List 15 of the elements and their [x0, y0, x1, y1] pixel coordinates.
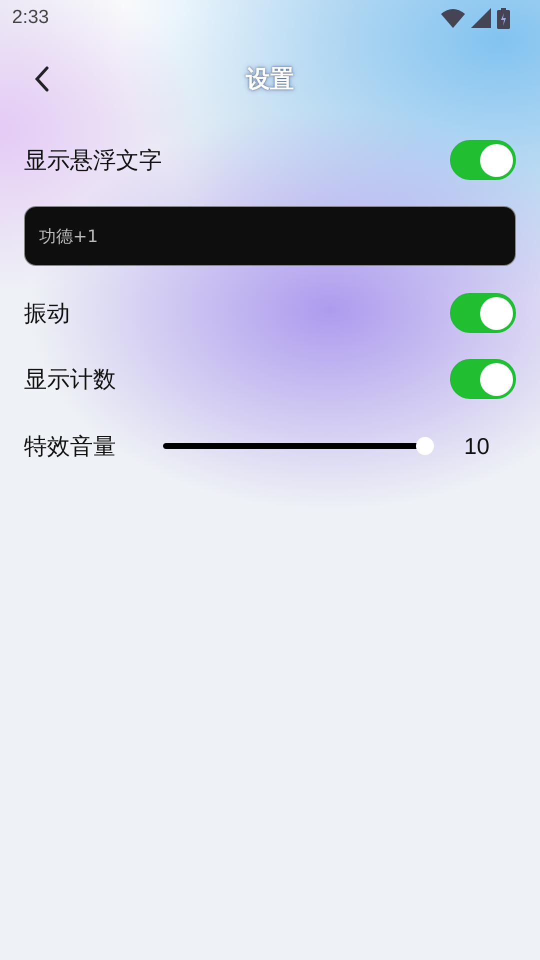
- setting-label: 特效音量: [24, 432, 116, 462]
- text-input-field[interactable]: 功德+1: [24, 206, 516, 266]
- wifi-icon: [441, 8, 465, 28]
- toggle-switch[interactable]: [450, 293, 516, 333]
- setting-label: 显示计数: [24, 366, 116, 394]
- volume-value: 10: [464, 432, 491, 460]
- setting-label: 振动: [24, 300, 70, 328]
- signal-icon: [471, 8, 491, 28]
- setting-label: 显示悬浮文字: [24, 146, 162, 176]
- toggle-switch[interactable]: [450, 359, 516, 399]
- battery-icon: [497, 8, 510, 28]
- status-time: 2:33: [12, 7, 49, 29]
- back-icon: [34, 66, 50, 92]
- toggle-switch[interactable]: [450, 140, 516, 180]
- page-title: 设置: [246, 64, 294, 95]
